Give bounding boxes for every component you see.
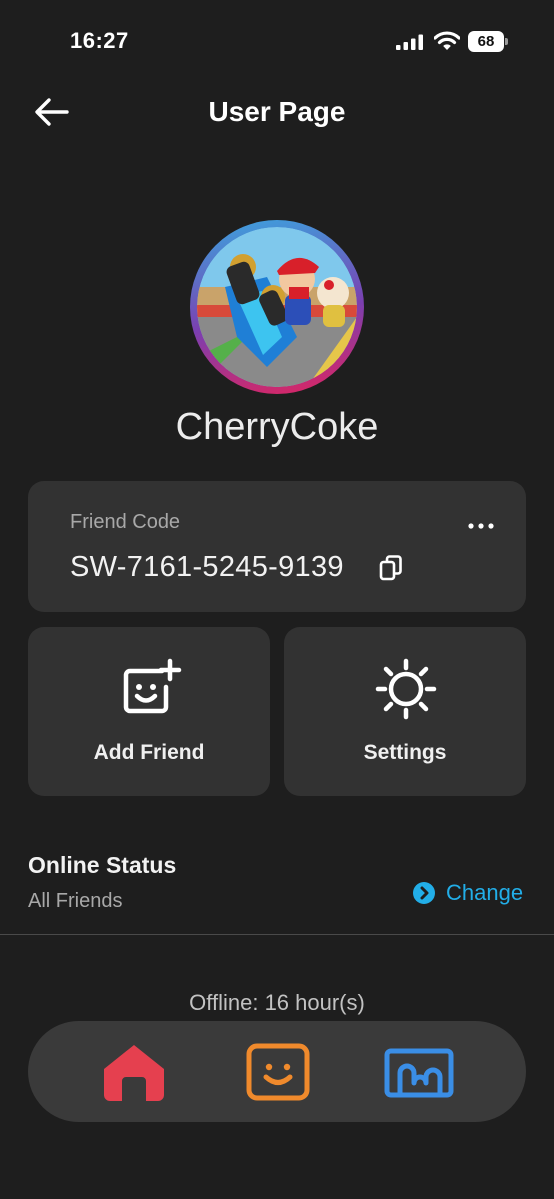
page-title: User Page — [208, 96, 346, 127]
divider — [0, 934, 554, 935]
wifi-icon — [434, 31, 460, 50]
tab-album[interactable] — [384, 1041, 454, 1103]
battery-level: 68 — [477, 33, 495, 50]
user-page-screen: 16:27 68 User Page CherryCoke Friend Cod… — [0, 0, 554, 1199]
username: CherryCoke — [175, 406, 379, 448]
last-seen-text: Offline: 16 hour(s) — [189, 990, 365, 1015]
status-time: 16:27 — [70, 28, 129, 53]
smiley-icon — [246, 1043, 310, 1101]
copy-icon[interactable] — [377, 553, 407, 583]
avatar-ring — [190, 220, 364, 394]
settings-button[interactable]: Settings — [284, 627, 526, 796]
change-status-button[interactable]: Change — [412, 878, 523, 908]
online-status-value: All Friends — [28, 890, 123, 912]
cellular-signal-icon — [396, 34, 423, 50]
battery-icon: 68 — [468, 31, 508, 52]
friend-code-label: Friend Code — [70, 511, 181, 533]
tab-bar — [28, 1021, 526, 1122]
status-bar: 16:27 68 — [0, 0, 554, 84]
change-status-label: Change — [446, 880, 524, 905]
friend-code-value: SW-7161-5245-9139 — [70, 551, 344, 583]
album-icon — [384, 1048, 454, 1098]
avatar[interactable] — [197, 227, 357, 387]
add-friend-button[interactable]: Add Friend — [28, 627, 270, 796]
gear-icon — [375, 658, 437, 720]
chevron-right-circle-icon — [413, 882, 435, 904]
home-icon — [104, 1045, 164, 1101]
friend-code-card: Friend Code SW-7161-5245-9139 — [28, 481, 526, 612]
tab-friends[interactable] — [246, 1041, 310, 1103]
add-friend-label: Add Friend — [93, 741, 205, 764]
settings-label: Settings — [363, 741, 447, 764]
tab-home[interactable] — [102, 1041, 166, 1103]
online-status-title: Online Status — [28, 852, 177, 878]
more-dots-icon[interactable] — [464, 511, 498, 541]
add-friend-icon — [123, 658, 182, 714]
